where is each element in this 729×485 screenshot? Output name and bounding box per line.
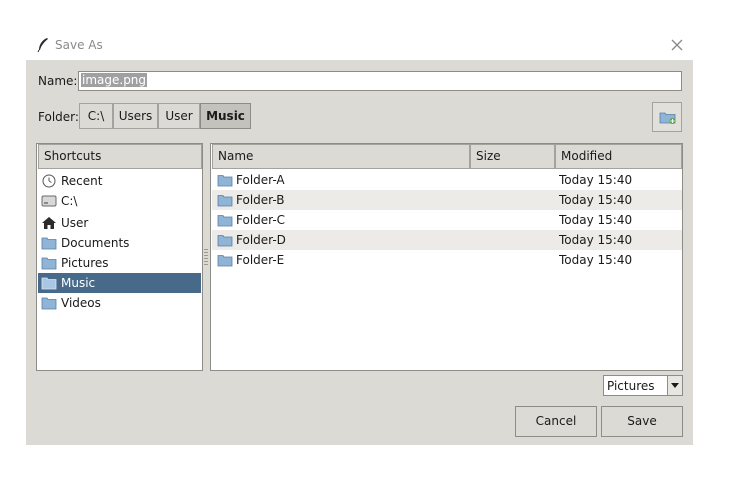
- file-row-folder-b[interactable]: Folder-B Today 15:40: [212, 190, 682, 210]
- file-name: Folder-E: [236, 253, 285, 267]
- folder-icon: [217, 235, 233, 247]
- shortcut-videos[interactable]: Videos: [38, 293, 201, 313]
- folder-icon: [41, 297, 57, 310]
- file-modified: Today 15:40: [559, 213, 633, 227]
- folder-icon: [217, 195, 233, 207]
- close-icon[interactable]: [669, 37, 685, 53]
- file-modified: Today 15:40: [559, 253, 633, 267]
- breadcrumb-users[interactable]: Users: [113, 103, 158, 129]
- file-row-folder-a[interactable]: Folder-A Today 15:40: [212, 170, 682, 190]
- breadcrumb-c-drive[interactable]: C:\: [79, 103, 113, 129]
- save-as-dialog: Save As Name: image.png Folder: C:\ User…: [26, 31, 693, 445]
- shortcut-label: Videos: [61, 296, 101, 310]
- file-list-panel: Name Size Modified Folder-A Today 15:40 …: [210, 143, 683, 371]
- chevron-down-icon: [671, 383, 679, 388]
- shortcuts-header: Shortcuts: [38, 144, 202, 169]
- home-icon: [42, 217, 56, 229]
- new-folder-button[interactable]: [652, 102, 682, 132]
- shortcut-label: Music: [61, 276, 96, 290]
- dropdown-arrow[interactable]: [667, 376, 682, 395]
- file-name: Folder-A: [236, 173, 285, 187]
- breadcrumb-music[interactable]: Music: [200, 103, 251, 129]
- file-modified: Today 15:40: [559, 193, 633, 207]
- shortcut-label: C:\: [61, 194, 78, 208]
- shortcut-label: User: [61, 216, 89, 230]
- save-button[interactable]: Save: [601, 406, 683, 437]
- file-row-folder-e[interactable]: Folder-E Today 15:40: [212, 250, 682, 270]
- window-title: Save As: [55, 38, 103, 52]
- file-modified: Today 15:40: [559, 233, 633, 247]
- shortcut-music[interactable]: Music: [38, 273, 201, 293]
- breadcrumb-user[interactable]: User: [158, 103, 200, 129]
- shortcut-label: Recent: [61, 174, 103, 188]
- recent-icon: [42, 174, 56, 188]
- pane-splitter-handle[interactable]: [204, 249, 208, 267]
- file-modified: Today 15:40: [559, 173, 633, 187]
- folder-label: Folder:: [38, 110, 79, 124]
- folder-icon: [41, 277, 57, 290]
- cancel-button[interactable]: Cancel: [515, 406, 597, 437]
- shortcut-label: Documents: [61, 236, 130, 250]
- shortcut-label: Pictures: [61, 256, 109, 270]
- name-label: Name:: [38, 74, 78, 88]
- file-type-select[interactable]: Pictures: [603, 375, 683, 396]
- title-bar[interactable]: Save As: [26, 31, 693, 60]
- folder-icon: [217, 175, 233, 187]
- shortcut-c-drive[interactable]: C:\: [38, 191, 201, 211]
- file-name: Folder-D: [236, 233, 286, 247]
- shortcut-user[interactable]: User: [38, 213, 201, 233]
- column-header-size[interactable]: Size: [470, 144, 555, 169]
- file-name: Folder-C: [236, 213, 286, 227]
- shortcut-documents[interactable]: Documents: [38, 233, 201, 253]
- shortcut-recent[interactable]: Recent: [38, 171, 201, 191]
- file-row-folder-d[interactable]: Folder-D Today 15:40: [212, 230, 682, 250]
- file-name: Folder-B: [236, 193, 285, 207]
- shortcut-pictures[interactable]: Pictures: [38, 253, 201, 273]
- column-header-modified[interactable]: Modified: [555, 144, 682, 169]
- filename-value: image.png: [81, 73, 148, 87]
- new-folder-icon: [659, 112, 676, 124]
- folder-icon: [217, 255, 233, 267]
- folder-icon: [41, 257, 57, 270]
- column-header-name[interactable]: Name: [212, 144, 470, 169]
- shortcuts-panel: Shortcuts Recent C:\ User Documents Pict…: [36, 143, 203, 371]
- drive-icon: [41, 195, 57, 207]
- file-row-folder-c[interactable]: Folder-C Today 15:40: [212, 210, 682, 230]
- filename-input[interactable]: image.png: [78, 71, 682, 91]
- file-type-value: Pictures: [607, 379, 655, 393]
- folder-icon: [217, 215, 233, 227]
- folder-icon: [41, 237, 57, 250]
- feather-icon: [37, 38, 48, 53]
